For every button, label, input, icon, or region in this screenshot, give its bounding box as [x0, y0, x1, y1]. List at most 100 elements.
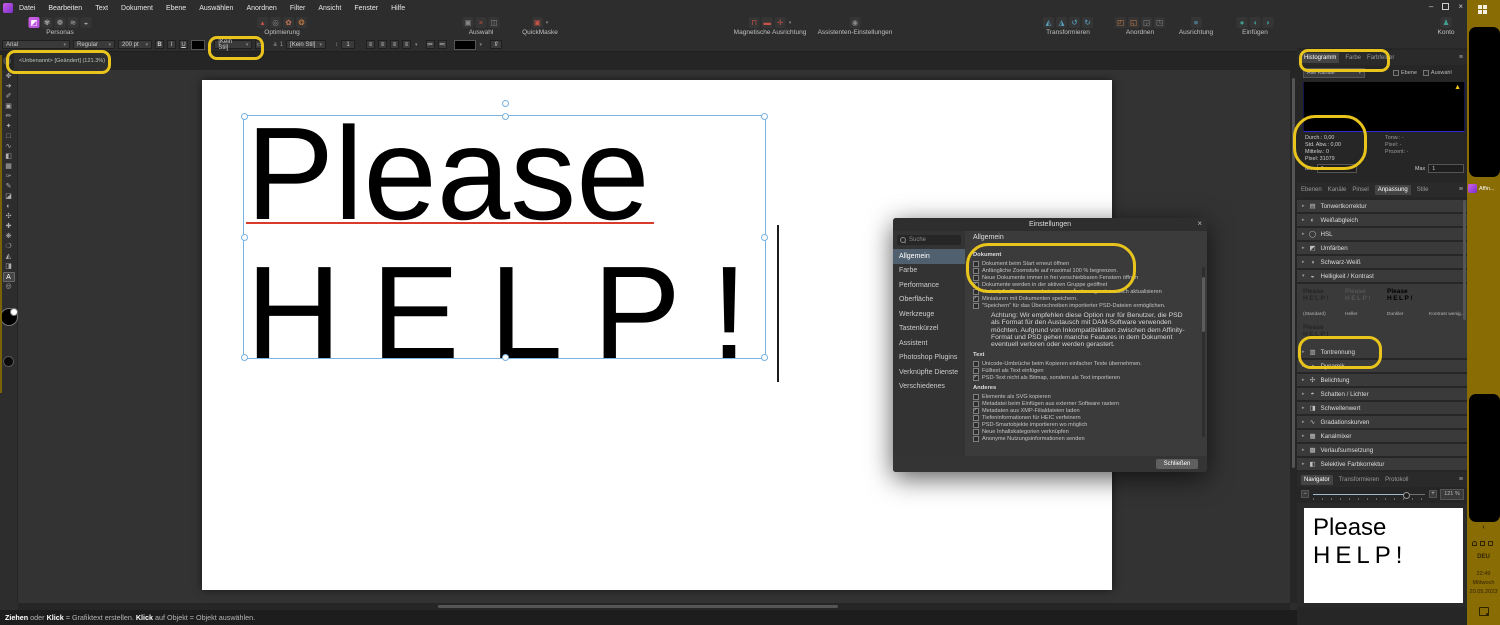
- close-button[interactable]: ×: [1458, 2, 1463, 11]
- auto-adjust-icon[interactable]: ◎: [270, 17, 281, 28]
- clock-time[interactable]: 22:49: [1467, 571, 1500, 577]
- checkbox[interactable]: [973, 436, 979, 442]
- auto-adjust-icon[interactable]: ✿: [283, 17, 294, 28]
- checkbox[interactable]: [973, 361, 979, 367]
- settings-category[interactable]: Assistent: [893, 336, 965, 351]
- tool-icon[interactable]: ✎: [3, 182, 15, 192]
- arrange-icon[interactable]: ◲: [1141, 17, 1152, 28]
- panel-tab[interactable]: Kanäle: [1328, 187, 1347, 193]
- menu-item[interactable]: Anordnen: [246, 5, 276, 12]
- persona-icon[interactable]: ◩: [29, 17, 40, 28]
- font-family-select[interactable]: Arial▾: [2, 40, 70, 49]
- tool-icon[interactable]: ✚: [3, 222, 15, 232]
- handle-top-center[interactable]: [502, 113, 509, 120]
- tool-icon[interactable]: ◎: [3, 282, 15, 292]
- font-size-select[interactable]: 200 pt▾: [118, 40, 152, 49]
- snapping-icon[interactable]: ⊓: [749, 17, 760, 28]
- tool-icon[interactable]: ◐: [3, 202, 15, 212]
- tool-icon[interactable]: ✐: [3, 92, 15, 102]
- panel-menu-icon[interactable]: ≡: [1459, 476, 1463, 483]
- menu-item[interactable]: Ebene: [166, 5, 186, 12]
- settings-category[interactable]: Verschiedenes: [893, 380, 965, 395]
- scrollbar-thumb[interactable]: [438, 605, 838, 608]
- handle-bottom-right[interactable]: [761, 354, 768, 361]
- dialog-scrollbar[interactable]: [1202, 267, 1205, 437]
- tool-icon[interactable]: ◪: [3, 192, 15, 202]
- preset-thumbnail[interactable]: Please HELP! Heller: [1345, 288, 1387, 317]
- ligature-button[interactable]: fi: [490, 40, 502, 49]
- settings-checkbox-row[interactable]: Unicode-Umbrüche beim Kopieren einfacher…: [973, 360, 1195, 367]
- settings-category[interactable]: Allgemein: [893, 249, 965, 264]
- chevron-down-icon[interactable]: ▾: [415, 42, 418, 48]
- tool-icon[interactable]: ◭: [3, 252, 15, 262]
- checkbox[interactable]: [973, 408, 979, 414]
- scrollbar-thumb[interactable]: [1292, 78, 1295, 468]
- persona-icon[interactable]: ≋: [68, 17, 79, 28]
- document-tab[interactable]: <Unbenannt> [Geändert] (121.3%): [14, 52, 110, 70]
- close-dialog-button[interactable]: Schließen: [1156, 459, 1198, 469]
- checkbox[interactable]: [973, 275, 979, 281]
- superscript-icon[interactable]: 1: [280, 42, 283, 48]
- chevron-down-icon[interactable]: ▾: [546, 20, 549, 26]
- zoom-value[interactable]: 121 %: [1440, 489, 1464, 500]
- fill-color-swatch[interactable]: [454, 40, 476, 50]
- transform-icon[interactable]: ◭: [1043, 17, 1054, 28]
- settings-checkbox-row[interactable]: Neue Inhaltskategorien verknüpfen: [973, 428, 1195, 435]
- chevron-down-icon[interactable]: ▾: [789, 20, 792, 26]
- panel-menu-icon[interactable]: ≡: [1459, 54, 1463, 61]
- hidden-icons-chevron[interactable]: ‹: [1467, 524, 1500, 531]
- adjustment-row[interactable]: ▩ Verlaufsumsetzung: [1297, 444, 1467, 456]
- settings-checkbox-row[interactable]: Verknüpfte Ressourcen bei externer Änder…: [973, 288, 1195, 295]
- baseline-icon[interactable]: a: [273, 42, 276, 48]
- network-icon[interactable]: [1488, 541, 1493, 546]
- rotation-handle[interactable]: [502, 100, 509, 107]
- tool-icon[interactable]: ▣: [3, 102, 15, 112]
- channel-select[interactable]: Alle Kanäle▾: [1303, 68, 1365, 78]
- selection-frame[interactable]: [243, 115, 766, 359]
- settings-checkbox-row[interactable]: Anfängliche Zoomstufe auf maximal 100 % …: [973, 267, 1195, 274]
- arrange-icon[interactable]: ◰: [1115, 17, 1126, 28]
- min-input[interactable]: 0: [1317, 164, 1357, 173]
- tool-icon[interactable]: ➔: [3, 82, 15, 92]
- checkbox[interactable]: [973, 268, 979, 274]
- style-update-button[interactable]: ▭: [255, 40, 264, 49]
- horizontal-scrollbar[interactable]: [18, 603, 1290, 610]
- preset-thumbnail[interactable]: Please HELP! Dunkler: [1387, 288, 1429, 317]
- tool-icon[interactable]: A: [3, 272, 15, 282]
- checkbox[interactable]: [973, 394, 979, 400]
- adjustment-row[interactable]: ◨ Schwellenwert: [1297, 402, 1467, 414]
- panel-tab[interactable]: Farbe: [1345, 55, 1361, 61]
- tool-icon[interactable]: ∿: [3, 142, 15, 152]
- handle-mid-right[interactable]: [761, 234, 768, 241]
- bullet-list-button[interactable]: ≔: [426, 40, 435, 49]
- checkbox[interactable]: [973, 296, 979, 302]
- panel-tab[interactable]: Pinsel: [1352, 187, 1368, 193]
- tool-icon[interactable]: ✏: [3, 112, 15, 122]
- snapping-icon[interactable]: ✛: [775, 17, 786, 28]
- zoom-out-button[interactable]: −: [1301, 490, 1309, 498]
- panel-tab[interactable]: Farbfelder: [1367, 55, 1394, 61]
- dialog-title-bar[interactable]: Einstellungen ×: [893, 218, 1207, 231]
- checkbox[interactable]: [973, 415, 979, 421]
- insert-icon[interactable]: ◗: [1263, 17, 1274, 28]
- handle-bottom-left[interactable]: [241, 354, 248, 361]
- adjustment-row[interactable]: ◓ Schatten / Lichter: [1297, 388, 1467, 400]
- adjustment-row[interactable]: ▤ Tonwertkorrektur: [1297, 200, 1467, 212]
- text-color-swatch[interactable]: [191, 40, 205, 50]
- italic-button[interactable]: I: [167, 40, 176, 49]
- quickmask-icon[interactable]: ▣: [532, 17, 543, 28]
- adjustment-row[interactable]: ◑ Schwarz-Weiß: [1297, 256, 1467, 268]
- alignment-icon[interactable]: ≡: [1190, 17, 1201, 28]
- layer-checkbox[interactable]: [1393, 70, 1399, 76]
- arrange-icon[interactable]: ◳: [1154, 17, 1165, 28]
- navigator-preview[interactable]: Please HELP!: [1297, 503, 1467, 607]
- menu-item[interactable]: Hilfe: [391, 5, 405, 12]
- tool-icon[interactable]: ✑: [3, 172, 15, 182]
- menu-item[interactable]: Auswählen: [199, 5, 233, 12]
- menu-item[interactable]: Text: [95, 5, 108, 12]
- transform-icon[interactable]: ↻: [1082, 17, 1093, 28]
- character-style-select[interactable]: [Kein Stil]▾: [214, 40, 252, 49]
- settings-checkbox-row[interactable]: Tiefeninformationen für HEIC verfeinern: [973, 414, 1195, 421]
- adjustment-row[interactable]: ◔ Dynamik: [1297, 360, 1467, 372]
- settings-checkbox-row[interactable]: Metadatei beim Einfügen aus externer Sof…: [973, 400, 1195, 407]
